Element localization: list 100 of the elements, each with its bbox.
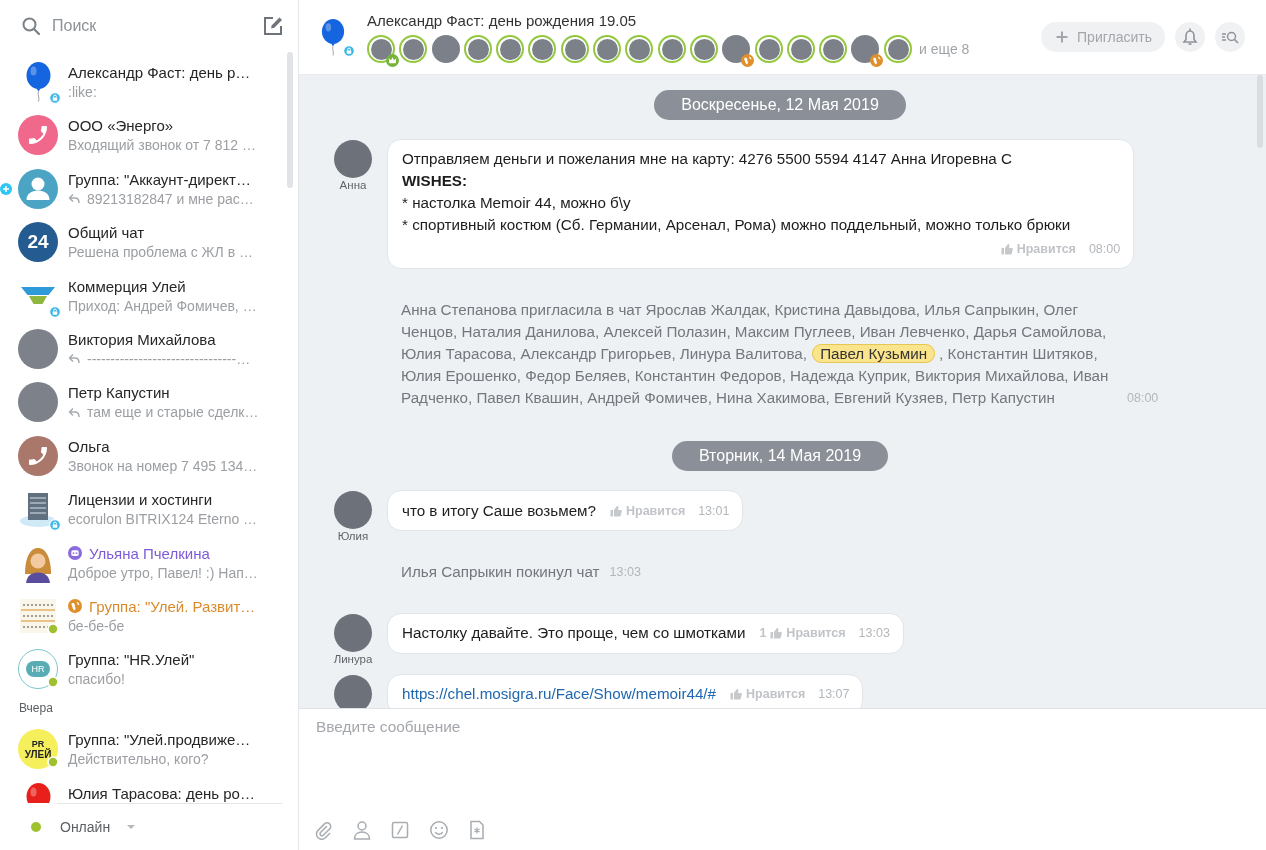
like-count: 1 [759,626,767,641]
photo-placeholder [18,328,58,369]
compose-icon[interactable] [263,16,283,36]
member-avatar[interactable] [883,34,912,63]
author-name: Юлия [337,530,369,543]
chat-list-item[interactable]: Группа: "Аккаунт-директ… 89213182847 и мне рас… [0,161,298,216]
thumb-up-icon [770,627,783,640]
message-link[interactable]: https://chel.mosigra.ru/Face/Show/memoir44/# [402,685,716,704]
chat-list-item[interactable]: ООО «Энерго» Входящий звонок от 7 812 … [0,108,298,162]
chat-list-item[interactable]: Лицензии и хостинги ecorulon BITRIX124 Eterno … [0,482,298,536]
message-time: 13:07 [818,687,850,702]
chat-list-item[interactable]: Юлия Тарасова: день ро… [0,775,298,803]
cloud-logo: HR [26,661,50,678]
message-heading: WISHES: [402,171,467,192]
message-preview: Звонок на номер 7 495 134… [68,456,258,475]
member-avatar[interactable] [399,34,428,63]
member-avatar[interactable] [367,34,395,63]
notifications-button[interactable] [1175,22,1205,52]
chat-title: Александр Фаст: день р… [68,63,251,82]
message-preview: там еще и старые сделк… [87,403,259,422]
message-preview: 89213182847 и мне рас… [87,189,254,208]
date-label: Воскресенье, 12 Мая 2019 [654,89,906,120]
caret-icon [127,825,136,829]
member-avatar[interactable] [560,34,589,63]
message-preview: Доброе утро, Павел! :) Нап… [68,563,258,582]
message-preview: Действительно, кого? [68,750,209,769]
scrollbar-thumb[interactable] [287,52,293,188]
photo-placeholder [334,613,372,652]
chat-avatar: 24 [18,222,58,263]
globe-icon [68,599,82,614]
chat-list-item[interactable]: Коммерция Улей Приход: Андрей Фомичев, … [0,268,298,322]
member-avatar[interactable] [722,34,751,63]
author-name: Анна [339,179,367,192]
date-label: Вторник, 14 Мая 2019 [671,440,889,471]
member-avatar[interactable] [657,34,686,63]
message-time: 13:01 [698,503,730,518]
message-preview: бе-бе-бе [68,616,125,635]
chat-title: Общий чат [68,223,145,243]
chat-title: Коммерция Улей [68,276,186,296]
chat-title: Группа: "Улей. Развит… [89,596,256,616]
plus-icon [1056,31,1069,43]
message-time: 08:00 [1127,390,1159,408]
message-time: 08:00 [1088,242,1121,257]
member-avatar[interactable] [819,34,848,63]
member-avatar[interactable] [463,34,492,63]
author-name: Линура [333,652,373,665]
chat-list-item[interactable]: HR Группа: "HR.Улей" спасибо! [0,642,298,696]
scrollbar-thumb[interactable] [1257,75,1263,148]
person-icon[interactable] [351,820,372,840]
plus-icon[interactable] [0,182,12,195]
status-selector[interactable]: Онлайн [31,819,136,835]
document-icon[interactable] [467,820,487,840]
robot-icon [68,546,82,560]
message-preview: Решена проблема с ЖЛ в … [68,243,253,262]
chat-title: Группа: "HR.Улей" [68,650,195,670]
member-avatar[interactable] [593,34,622,63]
chat-list-item[interactable]: PR УЛЕЙ Группа: "Улей.продвиже… Действительно, кого? [0,722,298,776]
member-avatar[interactable] [754,34,783,63]
smiley-icon[interactable] [428,820,449,840]
chat-title: Ольга [68,436,110,456]
chat-list-item[interactable]: Александр Фаст: день р… :like: [0,55,298,109]
member-avatar[interactable] [786,34,815,63]
chat-title: ООО «Энерго» [68,116,174,136]
slash-box-icon[interactable] [390,820,410,840]
thumb-up-icon [610,504,622,517]
list-search-icon [1221,30,1239,44]
member-avatar[interactable] [431,34,460,63]
chat-title: Группа: "Аккаунт-директ… [68,169,251,189]
chat-title: Александр Фаст: день рождения 19.05 [367,11,637,31]
chat-title: Группа: "Улей.продвиже… [68,730,251,750]
logo-text: УЛЕЙ [24,748,52,760]
message-text: * настолка Memoir 44, можно б\у [402,193,631,214]
search-messages-button[interactable] [1215,22,1245,52]
message-text: * спортивный костюм (Сб. Германии, Арсенал, Рома) можно поддельный, можно только брюки [402,215,1071,236]
member-avatar[interactable] [625,34,654,63]
search-field[interactable]: Поиск [52,14,251,38]
chat-list-item[interactable]: Петр Капустин там еще и старые сделк… [0,375,298,429]
chat-title: Лицензии и хостинги [68,490,213,510]
chat-list-item[interactable]: Ульяна Пчелкина Доброе утро, Павел! :) Нап… [0,535,298,589]
chat-title: Виктория Михайлова [68,329,216,349]
member-avatar[interactable] [528,34,557,63]
logo-text: PR [31,738,45,749]
member-avatar[interactable] [689,34,718,63]
message-preview: ecorulon BITRIX124 Eterno … [68,510,258,529]
message-preview: :like: [68,83,97,101]
message-preview: Приход: Андрей Фомичев, … [68,296,257,315]
chat-list-item[interactable]: Виктория Михайлова --------------------------------… [0,321,298,376]
mention-tag[interactable]: Павел Кузьмин [812,344,936,364]
system-message: Анна Степанова пригласила в чат Ярослав Жалдак, Кристина Давыдова, Илья Сапрыкин, Олег Ченцов, Наталия Данилова, Алексей Полазин, Максим Пуглеев, Иван Левченко, Дарья Самойлова, Юлия Тарасова, Александр Григорьев, Линура Валитова, Павел Кузьмин , Константин Шитяков, Юлия Ерошенко, Федор Беляев, Константин Федоров, Надежда Куприк, Виктория Михайлова, Иван Радченко, Павел Квашин, Андрей Фомичев, Нина Хакимова, Евгений Кузяев, Петр Капустин [401,300,1110,409]
chat-title: Ульяна Пчелкина [89,543,210,563]
chat-list-item[interactable]: Ольга Звонок на номер 7 495 134… [0,428,298,483]
bell-icon [1182,28,1198,46]
thumb-up-icon [730,688,742,701]
chat-list-item[interactable]: 24 Общий чат Решена проблема с ЖЛ в … [0,215,298,269]
member-avatar[interactable] [851,34,880,63]
photo-placeholder [334,674,372,708]
chat-title: Петр Капустин [68,383,170,403]
member-avatar[interactable] [496,34,525,63]
paperclip-icon[interactable] [313,820,333,840]
system-message: Илья Сапрыкин покинул чат [401,562,600,583]
